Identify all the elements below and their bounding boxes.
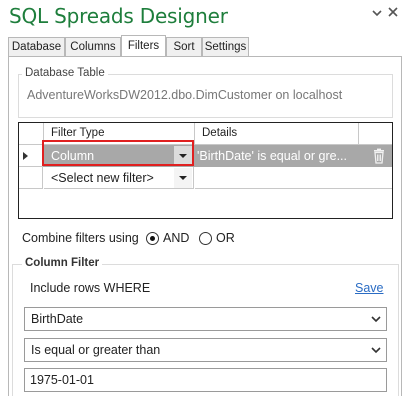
tab-columns[interactable]: Columns [65,37,121,57]
row-selector[interactable] [19,145,43,167]
save-link[interactable]: Save [355,281,384,295]
new-filter-dropdown-button[interactable] [174,168,192,188]
close-icon[interactable] [386,6,400,20]
column-header-details: Details [195,123,359,145]
chevron-down-icon [371,316,381,323]
grid-header-corner [19,123,44,145]
tab-filters[interactable]: Filters [121,35,166,56]
chevron-down-icon[interactable] [370,6,384,20]
table-row[interactable]: <Select new filter> [19,167,392,189]
and-radio[interactable] [146,232,159,245]
trash-icon[interactable] [371,148,387,164]
column-filter-legend: Column Filter [22,257,103,269]
filter-details: 'BirthDate' is equal or gre... [197,149,347,163]
tab-database[interactable]: Database [8,37,65,57]
database-table-legend: Database Table [22,67,108,79]
dropdown-arrow-icon [179,176,187,180]
or-radio[interactable] [199,232,212,245]
include-rows-label: Include rows WHERE [30,281,151,295]
title-bar: SQL Spreads Designer [0,0,405,34]
operator-select-value: Is equal or greater than [31,343,161,357]
row-pointer-icon [23,152,28,160]
filter-grid: Filter Type Details Column 'BirthDate' i… [18,122,393,219]
tab-sort[interactable]: Sort [166,37,202,57]
chevron-down-icon [371,347,381,354]
column-select-value: BirthDate [31,312,84,326]
database-table-value: AdventureWorksDW2012.dbo.DimCustomer on … [27,88,343,102]
operator-select[interactable]: Is equal or greater than [24,338,387,362]
window-title: SQL Spreads Designer [9,4,228,28]
and-radio-label[interactable]: AND [163,231,189,245]
tab-settings[interactable]: Settings [202,37,249,57]
new-filter-details [195,167,392,189]
filter-value-input[interactable]: 1975-01-01 [24,368,387,392]
new-filter-select[interactable]: <Select new filter> [44,167,194,189]
combine-filters-label: Combine filters using [22,231,139,245]
row-selector[interactable] [19,167,43,189]
column-header-action [359,123,392,145]
new-filter-value: <Select new filter> [51,171,154,185]
or-radio-label[interactable]: OR [216,231,235,245]
highlight-box [42,140,194,166]
column-select[interactable]: BirthDate [24,307,387,331]
